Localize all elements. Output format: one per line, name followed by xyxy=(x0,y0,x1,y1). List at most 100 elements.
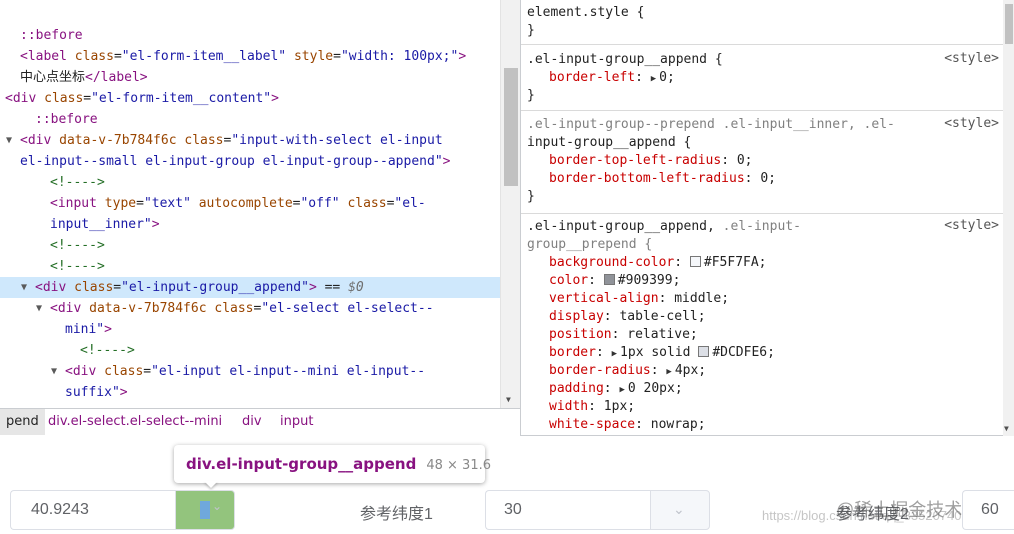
breadcrumb-item[interactable]: pend xyxy=(0,409,45,435)
dom-node-selected[interactable]: ▼ <div class="el-input-group__append"> ==… xyxy=(0,277,500,298)
selector-dim: .el-input-group--prepend .el-input__inne… xyxy=(527,117,895,132)
attr-value: "el-form-item__content" xyxy=(91,91,272,106)
elements-scroll-thumb[interactable] xyxy=(504,68,518,186)
css-rule[interactable]: <style> .el-input-group__append, .el-inpu… xyxy=(521,214,1003,436)
css-declaration[interactable]: border-radius: ▶ 4px; xyxy=(527,362,997,380)
dom-node[interactable]: ▼ <div data-v-7b784f6c class="input-with-… xyxy=(0,130,500,151)
css-property: border-radius xyxy=(549,363,651,378)
css-declaration[interactable]: position: relative; xyxy=(527,326,997,344)
styles-scroll-thumb[interactable] xyxy=(1005,4,1013,44)
elements-tree[interactable]: ::before <label class="el-form-item__labe… xyxy=(0,0,500,408)
attr-value: "input-with-select el-input xyxy=(231,133,443,148)
chevron-down-icon: ⌄ xyxy=(212,499,223,513)
css-declaration[interactable]: white-space: nowrap; xyxy=(527,416,997,434)
tooltip-size: 48 × 31.6 xyxy=(426,458,492,473)
colon: : xyxy=(635,70,651,85)
breadcrumb-item[interactable]: div.el-select.el-select--mini xyxy=(42,409,228,435)
tag-name: <label xyxy=(20,49,67,64)
css-declaration[interactable]: vertical-align: middle; xyxy=(527,290,997,308)
css-declaration[interactable]: background-color: #F5F7FA; xyxy=(527,254,997,272)
css-selector[interactable]: } xyxy=(527,188,997,206)
css-selector[interactable]: .el-input-group__append, .el-input- xyxy=(527,218,997,236)
longitude-input[interactable]: 40.9243 xyxy=(10,490,175,530)
dom-node[interactable]: <!----> xyxy=(0,256,500,277)
css-rule[interactable]: element.style {} xyxy=(521,0,1003,45)
attr-value: "el-form-item__label" xyxy=(121,49,287,64)
dom-node[interactable]: ▼ <div class="el-input el-input--mini el-… xyxy=(0,361,500,382)
dom-node[interactable]: suffix"> xyxy=(0,382,500,403)
attr-value: "off" xyxy=(300,196,340,211)
css-rule[interactable]: <style> .el-input-group--prepend .el-inpu… xyxy=(521,112,1003,214)
dom-node[interactable]: ::before xyxy=(0,25,500,46)
css-selector[interactable]: input-group__append { xyxy=(527,134,997,152)
css-selector[interactable]: } xyxy=(527,22,997,40)
expand-arrow-icon: ▶ xyxy=(650,74,657,84)
color-swatch[interactable] xyxy=(698,346,710,357)
css-declaration[interactable]: padding: ▶ 0 20px; xyxy=(527,380,997,398)
selector-dim: .el-input- xyxy=(722,219,801,234)
css-value: 0 20px; xyxy=(627,381,683,396)
latitude1-input[interactable]: 30 xyxy=(485,490,650,530)
css-value: 4px; xyxy=(674,363,707,378)
expand-triangle-icon[interactable]: ▼ xyxy=(6,130,12,151)
text-node: 中心点坐标 xyxy=(20,70,86,85)
select-inner-highlight xyxy=(200,501,210,519)
css-selector[interactable]: group__prepend { xyxy=(527,236,997,254)
css-selector[interactable]: .el-input-group--prepend .el-input__inne… xyxy=(527,116,997,134)
dom-node[interactable]: <!----> xyxy=(0,340,500,361)
color-swatch[interactable] xyxy=(603,274,615,285)
attr-name: class xyxy=(74,280,114,295)
attr-value: "el- xyxy=(394,196,426,211)
dom-node[interactable]: ▼<div class="el-form-item__content"> xyxy=(0,88,500,109)
css-property: border-left xyxy=(549,70,636,85)
breadcrumb-item[interactable]: div xyxy=(236,409,268,435)
dom-node[interactable]: mini"> xyxy=(0,319,500,340)
css-declaration[interactable]: border-left: ▶ 0; xyxy=(527,69,997,87)
scroll-down-arrow-icon[interactable]: ▼ xyxy=(1004,424,1009,433)
css-property: display xyxy=(549,309,604,324)
css-rule[interactable]: <style> .el-input-group__append {border-l… xyxy=(521,47,1003,111)
css-declaration[interactable]: width: 1px; xyxy=(527,398,997,416)
css-declaration[interactable]: border: ▶ 1px solid #DCDFE6; xyxy=(527,344,997,362)
dom-node[interactable]: <!----> xyxy=(0,235,500,256)
dom-node[interactable]: 中心点坐标</label> xyxy=(0,67,500,88)
css-declaration[interactable]: display: table-cell; xyxy=(527,308,997,326)
inspect-tooltip: div.el-input-group__append 48 × 31.6 xyxy=(174,445,491,483)
expand-triangle-icon[interactable]: ▼ xyxy=(51,361,57,382)
dom-node[interactable]: ▼ <div data-v-7b784f6c class="el-select e… xyxy=(0,298,500,319)
css-selector[interactable]: .el-input-group__append { xyxy=(527,51,997,69)
scroll-down-arrow-icon[interactable]: ▼ xyxy=(506,395,511,404)
css-value: 0; xyxy=(659,70,675,85)
dom-node[interactable]: <input type="text" autocomplete="off" cl… xyxy=(0,193,500,214)
latitude1-select[interactable]: ⌄ xyxy=(650,490,710,530)
css-value: middle; xyxy=(674,291,730,306)
dom-node[interactable] xyxy=(0,4,500,25)
attr-name: data-v-7b784f6c xyxy=(89,301,207,316)
css-property: width xyxy=(549,399,589,414)
expand-triangle-icon[interactable]: ▼ xyxy=(21,277,27,298)
dom-node[interactable]: ::before xyxy=(0,109,500,130)
css-declaration[interactable]: border-bottom-left-radius: 0; xyxy=(527,170,997,188)
dom-node[interactable]: <!----> xyxy=(0,172,500,193)
css-declaration[interactable]: color: #909399; xyxy=(527,272,997,290)
elements-scrollbar[interactable]: ▼ xyxy=(500,0,520,408)
expand-arrow-icon: ▶ xyxy=(619,385,625,395)
color-swatch[interactable] xyxy=(689,256,701,267)
styles-pane[interactable]: element.style {} <style> .el-input-group__… xyxy=(520,0,1003,436)
input-group-append-highlight[interactable]: ⌄ xyxy=(175,490,235,530)
styles-scrollbar[interactable]: ▼ xyxy=(1003,0,1014,436)
colon: : xyxy=(658,291,675,306)
dom-node[interactable]: <label class="el-form-item__label" style… xyxy=(0,46,500,67)
chevron-down-icon: ⌄ xyxy=(673,501,685,517)
css-selector[interactable]: element.style { xyxy=(527,4,997,22)
dom-node[interactable]: el-input--small el-input-group el-input-… xyxy=(0,151,500,172)
css-declaration[interactable]: border-top-left-radius: 0; xyxy=(527,152,997,170)
breadcrumb-item[interactable]: input xyxy=(274,409,319,435)
expand-triangle-icon[interactable]: ▼ xyxy=(36,298,42,319)
latitude2-input[interactable]: 60 xyxy=(962,490,1014,530)
colon: : xyxy=(674,255,690,270)
dom-node[interactable]: input__inner"> xyxy=(0,214,500,235)
css-selector[interactable]: } xyxy=(527,87,997,105)
